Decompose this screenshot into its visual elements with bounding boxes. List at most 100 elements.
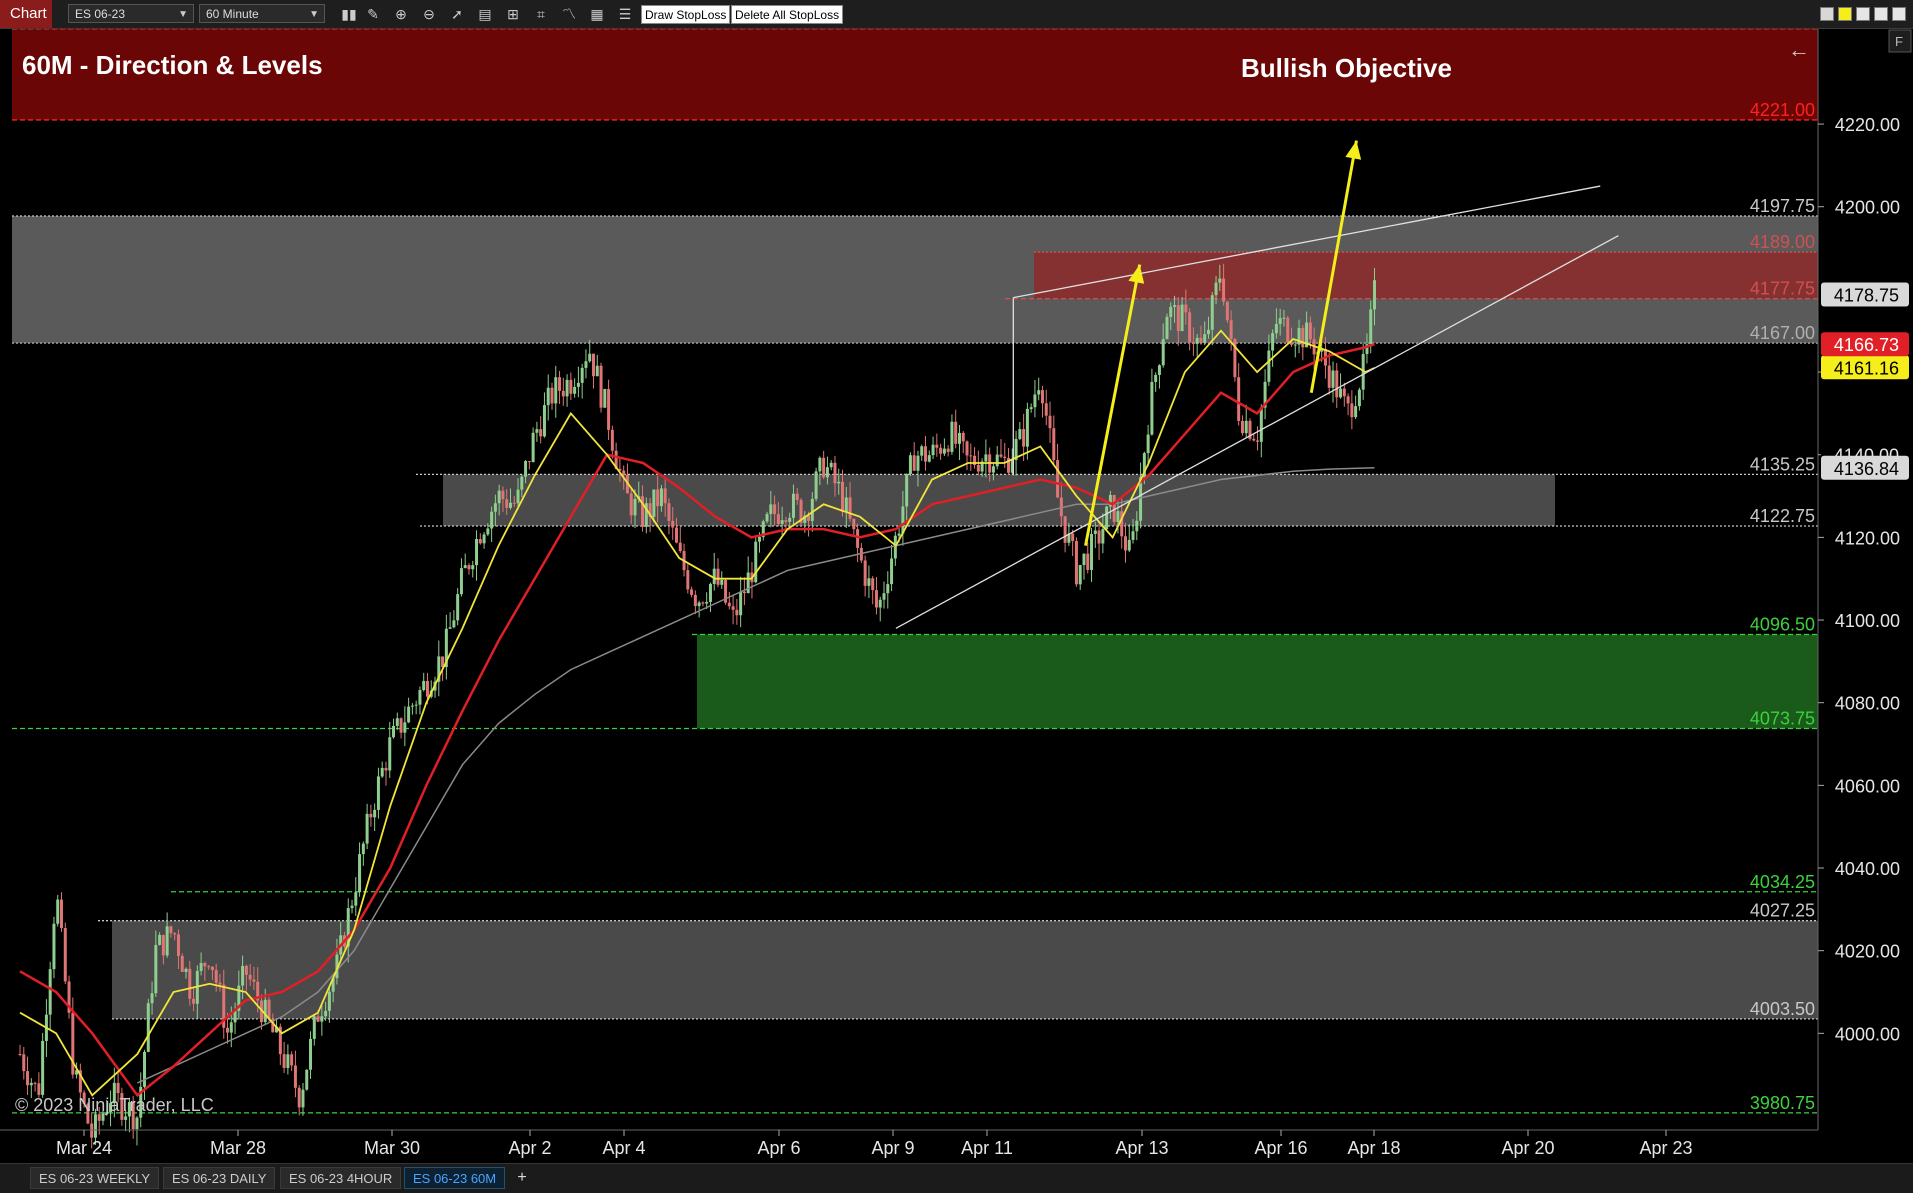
pencil-icon[interactable]: ✎ — [364, 5, 382, 23]
candle-body-74 — [297, 1087, 301, 1108]
candle-body-92 — [365, 813, 369, 844]
candle-body-220 — [848, 497, 852, 519]
tab-4hour[interactable]: ES 06-23 4HOUR — [280, 1167, 402, 1189]
candle-body-201 — [776, 514, 780, 524]
x-tick-label-1: Mar 28 — [210, 1138, 266, 1158]
candle-body-40 — [169, 926, 173, 934]
level-label-12: 4003.50 — [1750, 999, 1815, 1019]
data-box-icon[interactable]: ▤ — [476, 5, 494, 23]
candle-body-184 — [712, 568, 716, 584]
candle-body-3 — [29, 1082, 33, 1086]
tab-weekly[interactable]: ES 06-23 WEEKLY — [30, 1167, 160, 1189]
candle-body-211 — [814, 471, 818, 499]
candle-body-236 — [908, 455, 912, 474]
candle-body-287 — [1101, 529, 1105, 544]
candle-body-358 — [1369, 309, 1373, 345]
candle-body-351 — [1342, 388, 1346, 397]
middle-gray-zone — [443, 474, 1555, 527]
properties-icon[interactable]: ⊞ — [504, 5, 522, 23]
candle-body-9 — [52, 923, 56, 970]
candle-body-65 — [263, 999, 267, 1023]
y-tick-label-9: 4200.00 — [1835, 198, 1900, 218]
price-chart[interactable]: 4243.004221.004197.754189.004177.754167.… — [0, 9, 1913, 1163]
candle-body-10 — [56, 899, 60, 924]
candle-body-73 — [293, 1065, 297, 1088]
interval-select[interactable]: 60 Minute ▼ — [199, 4, 325, 23]
delete-stoploss-button[interactable]: Delete All StopLoss — [731, 5, 844, 24]
candle-body-175 — [678, 542, 682, 552]
candle-body-91 — [361, 843, 365, 855]
window-restore-button[interactable] — [1856, 7, 1870, 21]
candle-body-342 — [1308, 322, 1312, 340]
candle-body-1 — [22, 1054, 26, 1072]
candle-body-105 — [414, 704, 418, 706]
candle-body-254 — [976, 464, 980, 472]
candle-body-128 — [501, 490, 505, 500]
candle-body-26 — [116, 1082, 120, 1094]
add-tab-icon[interactable]: + — [511, 1167, 533, 1189]
draw-stoploss-button[interactable]: Draw StopLoss — [641, 5, 731, 24]
candle-body-117 — [459, 568, 463, 595]
chart-area[interactable]: 4243.004221.004197.754189.004177.754167.… — [0, 9, 1913, 1163]
candle-body-332 — [1271, 333, 1275, 351]
candle-body-130 — [508, 502, 512, 508]
menu-icon[interactable]: ☰ — [616, 5, 634, 23]
tab-daily[interactable]: ES 06-23 DAILY — [163, 1167, 276, 1189]
app-title[interactable]: Chart — [0, 0, 52, 28]
tab-60m[interactable]: ES 06-23 60M — [404, 1167, 506, 1189]
zoom-out-icon[interactable]: ⊖ — [420, 5, 438, 23]
candle-body-97 — [384, 767, 388, 771]
candle-body-141 — [550, 387, 554, 404]
candle-body-189 — [731, 606, 735, 610]
candle-body-226 — [871, 578, 875, 591]
y-tick-label-5: 4100.00 — [1835, 611, 1900, 631]
zoom-in-icon[interactable]: ⊕ — [392, 5, 410, 23]
window-close-button[interactable] — [1892, 7, 1906, 21]
candle-body-266 — [1022, 429, 1026, 447]
candle-body-90 — [358, 854, 362, 893]
candle-body-107 — [422, 680, 426, 691]
candle-body-148 — [576, 382, 580, 387]
indicator-icon[interactable]: 〽 — [560, 5, 578, 23]
candle-body-132 — [516, 489, 520, 504]
candle-body-42 — [176, 934, 180, 956]
back-arrow-icon[interactable]: ← — [1788, 37, 1810, 62]
cursor-icon[interactable]: ➚ — [448, 5, 466, 23]
candle-body-72 — [290, 1054, 294, 1066]
window-link-button[interactable] — [1838, 7, 1852, 21]
candle-body-317 — [1214, 282, 1218, 296]
candle-body-331 — [1267, 350, 1271, 382]
candle-body-191 — [739, 591, 743, 616]
bar-type-icon[interactable]: ▮▮ — [340, 5, 358, 23]
level-label-2: 4197.75 — [1750, 196, 1815, 216]
candle-body-44 — [184, 968, 188, 972]
candle-body-55 — [226, 1027, 230, 1033]
candle-body-129 — [505, 499, 509, 508]
candle-body-77 — [309, 1038, 313, 1070]
window-maximize-button[interactable] — [1874, 7, 1888, 21]
candle-body-21 — [97, 1114, 101, 1121]
template-icon[interactable]: ▦ — [588, 5, 606, 23]
strategy-icon[interactable]: ⌗ — [532, 5, 550, 23]
window-minimize-button[interactable] — [1820, 7, 1834, 21]
candle-body-310 — [1188, 312, 1192, 342]
candle-body-296 — [1135, 520, 1139, 532]
x-tick-label-5: Apr 6 — [757, 1138, 800, 1158]
y-tick-label-1: 4020.00 — [1835, 942, 1900, 962]
candle-body-145 — [565, 379, 569, 397]
candle-body-99 — [392, 725, 396, 738]
candle-body-315 — [1206, 329, 1210, 335]
candle-body-237 — [912, 455, 916, 471]
last-price-label: 4178.75 — [1834, 286, 1899, 306]
x-tick-label-12: Apr 23 — [1639, 1138, 1692, 1158]
candle-body-43 — [180, 955, 184, 972]
instrument-select[interactable]: ES 06-23 ▼ — [68, 4, 194, 23]
candle-body-294 — [1127, 539, 1131, 551]
candle-body-313 — [1199, 337, 1203, 343]
candle-body-123 — [482, 534, 486, 544]
x-tick-label-10: Apr 18 — [1347, 1138, 1400, 1158]
candle-body-94 — [373, 809, 377, 818]
candle-body-150 — [584, 361, 588, 368]
candle-body-240 — [924, 446, 928, 462]
candle-body-204 — [788, 517, 792, 522]
